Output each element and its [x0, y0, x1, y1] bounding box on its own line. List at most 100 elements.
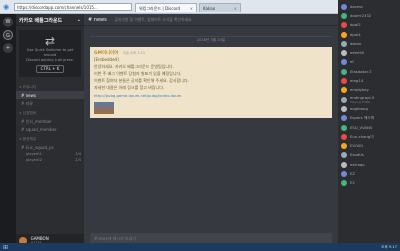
message-subheader: [Embedded] — [94, 57, 119, 62]
message-timestamp: 오늘 오후 2:15 — [122, 51, 145, 55]
avatar — [341, 96, 347, 103]
member-name: dpol4 — [350, 33, 361, 37]
channel-title: news — [93, 17, 107, 23]
hash-icon: # — [88, 17, 93, 23]
start-icon[interactable]: ⊞ — [3, 244, 8, 251]
avatar — [341, 152, 347, 159]
member-item[interactable]: EZ — [338, 169, 400, 178]
message: GM이니이야 오늘 오후 2:15 [Embedded] 안녕하세요. 카카오 … — [90, 47, 332, 118]
member-item[interactable]: Eun-chong이 — [338, 132, 400, 141]
add-server-button[interactable]: + — [3, 43, 13, 53]
avatar — [341, 105, 347, 112]
member-name-text: dsblur — [350, 41, 362, 46]
member-name: EZ — [350, 172, 355, 176]
guild-header[interactable]: 카카오 배틀그라운드 ⌄ — [16, 14, 84, 26]
channel-sidebar: 카카오 배틀그라운드 ⌄ ⇄ Use Quick Switcher to get… — [16, 14, 84, 251]
member-item[interactable]: eeee90 — [338, 48, 400, 57]
member-name: Elasdabcr-T — [350, 70, 372, 74]
member-name: dpol2 — [350, 23, 361, 27]
member-item[interactable]: dpol4 — [338, 30, 400, 39]
member-item[interactable]: ExodUs — [338, 151, 400, 160]
message-author[interactable]: GM이니이야 — [94, 51, 118, 56]
tip-text: Use Quick Switcher to get around — [26, 48, 74, 57]
avatar — [341, 133, 347, 140]
member-name-text: eeee90 — [350, 51, 365, 56]
member-item[interactable]: eogfoong — [338, 104, 400, 113]
date-divider: 2018년 3월 20일 — [90, 36, 332, 43]
member-name-text: EZ — [350, 171, 356, 176]
channel-item[interactable]: # 듀오_squad_ps — [16, 143, 84, 151]
browser-tab-kakao[interactable]: × Kakao — [199, 3, 241, 12]
address-bar[interactable]: https://discordapp.com/channels/1015... — [14, 3, 132, 11]
member-item[interactable]: Elasdabcr-T — [338, 67, 400, 76]
tip-text: Discord quickly. Just press: — [26, 58, 74, 62]
avatar — [341, 115, 347, 122]
member-name-text: dpol2 — [350, 23, 361, 28]
browser-tab-discord[interactable]: × 워킹그라운드 | Discord — [135, 3, 197, 12]
member-name: emg14 — [350, 79, 363, 83]
message-line: 안녕하세요. 카카오 배틀그라운드 운영팀입니다. — [94, 64, 174, 69]
shortcut-key: CTRL + K — [36, 65, 64, 73]
member-item[interactable]: E2 — [338, 179, 400, 188]
category-header[interactable]: ∨ 커뮤니티 — [16, 81, 84, 91]
member-item[interactable]: emptykey — [338, 86, 400, 95]
avatar — [341, 50, 347, 57]
avatar — [341, 31, 347, 38]
quick-switcher-tip: ⇄ Use Quick Switcher to get around Disco… — [19, 30, 81, 77]
member-name-text: ef — [350, 60, 354, 65]
channel-header: # news 공지사항 및 이벤트, 업데이트 소식을 확인하세요 — [84, 14, 338, 26]
server-icon[interactable]: W — [3, 17, 13, 27]
member-item[interactable]: dpol2 — [338, 21, 400, 30]
chat-area: # news 공지사항 및 이벤트, 업데이트 소식을 확인하세요 2018년 … — [84, 14, 338, 251]
server-icon[interactable]: G — [3, 30, 13, 40]
member-name-text: ESU_VVANS — [350, 125, 373, 130]
member-item[interactable]: dsblur — [338, 39, 400, 48]
category-header[interactable]: ∨ 신입멤버 — [16, 107, 84, 117]
member-name: eogfoong — [350, 107, 368, 111]
avatar — [341, 59, 347, 66]
avatar — [341, 170, 347, 177]
member-name-text: Elasdabcr-T — [350, 69, 372, 74]
voice-user-count: 3/4 — [75, 152, 81, 156]
member-item[interactable]: ef — [338, 58, 400, 67]
member-name-text: Espers 에스퍼 — [350, 116, 375, 121]
member-item[interactable]: extraqo — [338, 160, 400, 169]
embed-image[interactable] — [94, 102, 114, 114]
channel-topic: 공지사항 및 이벤트, 업데이트 소식을 확인하세요 — [114, 17, 192, 22]
member-name: EVOXO — [350, 144, 363, 148]
member-item[interactable]: dazmo — [338, 2, 400, 11]
message-link[interactable]: http://pubg.game.daum.net/pubg/index.dau… — [94, 93, 328, 99]
channel-item[interactable]: # 자유 — [16, 99, 84, 107]
channel-news[interactable]: # news — [16, 91, 84, 99]
member-item[interactable]: emg14 — [338, 76, 400, 85]
member-item[interactable]: Espers 에스퍼 — [338, 114, 400, 123]
browser-toolbar: ◉ https://discordapp.com/channels/1015..… — [0, 0, 338, 14]
member-name: doorrr2332 — [350, 14, 371, 18]
message-line: 자세한 내용은 아래 링크를 참고 바랍니다. — [94, 85, 165, 90]
member-name: dsblur — [350, 42, 362, 46]
channel-item[interactable]: # 인사_member — [16, 117, 84, 125]
member-name: dazmo — [350, 5, 363, 9]
chevron-down-icon: ⌄ — [76, 17, 81, 23]
member-item[interactable]: endingrayn3 Playing PUBG — [338, 95, 400, 104]
member-name-text: EVOXO — [350, 144, 364, 149]
member-name-text: emg14 — [350, 79, 364, 84]
member-name: E2 — [350, 181, 355, 185]
member-item[interactable]: EVOXO — [338, 141, 400, 150]
member-item[interactable]: doorrr2332 — [338, 11, 400, 20]
tab-label: Kakao — [203, 6, 216, 11]
close-icon[interactable]: × — [190, 4, 193, 12]
category-header[interactable]: ∨ 음성채널 — [16, 133, 84, 143]
member-item[interactable]: ESU_VVANS — [338, 123, 400, 132]
avatar — [341, 3, 347, 10]
member-name-text: extraqo — [350, 162, 365, 167]
channel-item[interactable]: # squad_member — [16, 125, 84, 133]
voice-user[interactable]: player02 2/4 — [16, 157, 84, 163]
member-name-text: doorrr2332 — [350, 13, 372, 18]
server-list: W G + — [0, 14, 16, 251]
tab-label: 워킹그라운드 | Discord — [139, 6, 181, 11]
taskbar: ⊞ 오후 5:17 — [0, 243, 400, 251]
member-name: emptykey — [350, 88, 369, 92]
avatar — [341, 180, 347, 187]
close-icon[interactable]: × — [234, 4, 237, 12]
